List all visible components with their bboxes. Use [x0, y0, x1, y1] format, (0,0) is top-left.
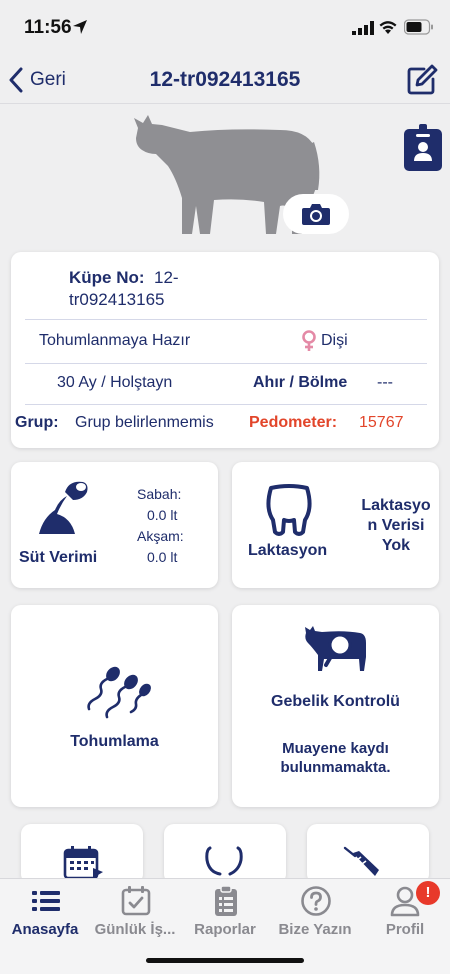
id-badge-icon[interactable] — [403, 124, 443, 172]
tag-number-label: Küpe No: — [69, 268, 145, 287]
milk-pour-icon — [39, 481, 88, 534]
status-text: Tohumlanmaya Hazır — [39, 332, 191, 349]
morning-value: 0.0 lt — [147, 507, 178, 523]
tab-daily-tasks[interactable]: Günlük İş... — [90, 879, 180, 949]
insemination-tile[interactable]: Tohumlama — [11, 605, 218, 807]
home-indicator — [146, 958, 304, 963]
barn-label: Ahır / Bölme — [253, 374, 348, 391]
notification-badge: ! — [416, 881, 440, 905]
question-icon — [301, 886, 331, 916]
udder-icon — [266, 484, 312, 536]
calendar-check-icon — [121, 886, 151, 916]
location-arrow-icon — [73, 20, 87, 34]
divider — [25, 319, 427, 320]
page-title: 12-tr092413165 — [149, 68, 301, 91]
pregnancy-status-line2: bulunmamakta. — [280, 759, 391, 776]
evening-value: 0.0 lt — [147, 549, 178, 565]
vaccination-tile[interactable] — [307, 824, 429, 884]
stethoscope-icon — [205, 846, 243, 876]
calendar-icon — [63, 846, 103, 880]
lactation-tile[interactable]: Laktasyon Laktasyo n Verisi Yok — [232, 462, 439, 588]
pregnancy-check-tile[interactable]: Gebelik Kontrolü Muayene kaydı bulunmama… — [232, 605, 439, 807]
syringe-icon — [343, 846, 379, 876]
clipboard-icon — [215, 885, 237, 916]
female-icon — [302, 330, 316, 351]
pregnancy-status-line1: Muayene kaydı — [282, 740, 389, 757]
insemination-title: Tohumlama — [70, 733, 159, 750]
animal-info-card: Küpe No: 12- tr092413165 Tohumlanmaya Ha… — [11, 252, 439, 448]
sperm-icon — [87, 666, 151, 719]
pedometer-value: 15767 — [359, 414, 404, 431]
calendar-tile[interactable] — [21, 824, 143, 884]
health-tile[interactable] — [164, 824, 286, 884]
tag-number-value-cont: tr092413165 — [69, 290, 165, 309]
tab-reports[interactable]: Raporlar — [180, 879, 270, 949]
tab-daily-tasks-label: Günlük İş... — [94, 921, 176, 938]
lactation-title: Laktasyon — [248, 542, 328, 559]
tag-number-value: 12- — [154, 268, 179, 287]
list-icon — [32, 891, 60, 911]
camera-button[interactable] — [283, 194, 349, 234]
group-value: Grup belirlenmemis — [75, 414, 214, 431]
tab-home[interactable]: Anasayfa — [0, 879, 90, 949]
lactation-status-line2: n Verisi — [367, 517, 425, 534]
status-bar: 11:56 — [0, 0, 450, 56]
lactation-status-line3: Yok — [381, 537, 411, 554]
pedometer-label: Pedometer: — [249, 414, 338, 431]
milk-yield-title: Süt Verimi — [19, 549, 98, 566]
divider — [25, 363, 427, 364]
tab-contact-label: Bize Yazın — [278, 921, 352, 938]
barn-value: --- — [377, 374, 393, 391]
milk-yield-tile[interactable]: Süt Verimi Sabah: 0.0 lt Akşam: 0.0 lt — [11, 462, 218, 588]
lactation-status-line1: Laktasyo — [361, 497, 431, 514]
group-label: Grup: — [15, 414, 59, 431]
tab-home-label: Anasayfa — [11, 921, 79, 938]
cellular-signal-icon — [352, 21, 374, 35]
edit-icon[interactable] — [404, 62, 440, 98]
divider — [25, 404, 427, 405]
battery-icon — [404, 19, 433, 35]
tab-contact[interactable]: Bize Yazın — [270, 879, 360, 949]
wifi-icon — [379, 21, 397, 34]
morning-label: Sabah: — [137, 486, 182, 502]
tab-profile[interactable]: ! Profil — [360, 879, 450, 949]
tab-profile-label: Profil — [385, 921, 425, 938]
cow-search-icon — [305, 626, 366, 671]
tab-reports-label: Raporlar — [194, 921, 256, 938]
camera-icon — [302, 204, 330, 225]
age-breed-text: 30 Ay / Holştayn — [57, 374, 173, 391]
evening-label: Akşam: — [137, 528, 184, 544]
pregnancy-check-title: Gebelik Kontrolü — [271, 693, 400, 710]
navigation-bar: Geri 12-tr092413165 — [0, 56, 450, 104]
status-time: 11:56 — [24, 17, 72, 38]
sex-text: Dişi — [321, 332, 348, 349]
